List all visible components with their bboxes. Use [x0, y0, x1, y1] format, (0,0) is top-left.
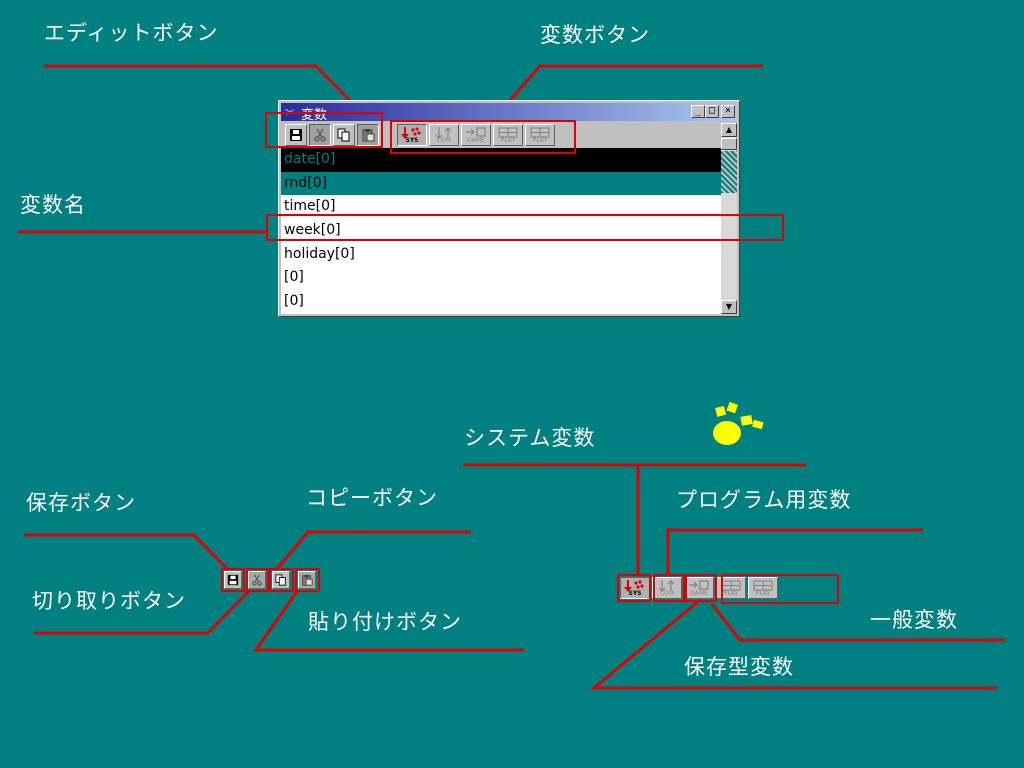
variable-row[interactable]: holiday[0] [281, 243, 723, 267]
general-variable-label: 一般変数 [870, 608, 958, 632]
maximize-button[interactable]: □ [705, 105, 719, 118]
scroll-up-icon[interactable]: ▲ [721, 123, 737, 137]
variable-row[interactable]: [0] [281, 290, 723, 314]
scroll-thumb[interactable] [721, 138, 737, 150]
save-button-label: 保存ボタン [26, 491, 136, 515]
persistent-variable-label: 保存型変数 [684, 655, 794, 679]
program-variable-highlight [653, 574, 685, 602]
program-variable-label: プログラム用変数 [676, 488, 852, 512]
paste-button-label: 貼り付けボタン [308, 610, 462, 634]
scroll-down-icon[interactable]: ▼ [721, 300, 737, 314]
variable-button-label: 変数ボタン [540, 23, 650, 47]
system-variable-label: システム変数 [464, 426, 596, 450]
minimize-button[interactable]: _ [691, 105, 705, 118]
variable-name-label: 変数名 [20, 193, 86, 217]
paste-highlight [295, 568, 320, 592]
variable-name-highlight [266, 214, 784, 241]
close-button[interactable]: × [721, 105, 735, 118]
scroll-track[interactable] [721, 151, 737, 193]
general-variable-highlight [721, 574, 839, 604]
persistent-variable-highlight [685, 574, 717, 602]
variable-row[interactable]: [0] [281, 266, 723, 290]
copy-button-label: コピーボタン [306, 486, 438, 510]
edit-button-label: エディットボタン [44, 21, 219, 45]
cut-button-label: 切り取りボタン [32, 589, 186, 613]
cut-highlight [246, 568, 269, 592]
save-highlight [221, 568, 245, 592]
system-variable-highlight [617, 574, 651, 602]
copy-highlight [269, 568, 294, 592]
variable-buttons-highlight [390, 120, 576, 154]
yellow-blob-decoration [713, 402, 764, 445]
edit-buttons-highlight [265, 112, 383, 148]
variable-row[interactable]: rnd[0] [281, 171, 723, 196]
